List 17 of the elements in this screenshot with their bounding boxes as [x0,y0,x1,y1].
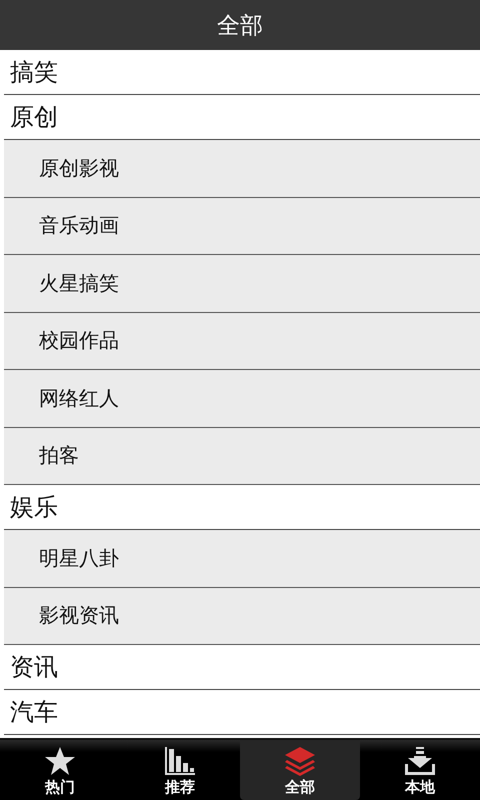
screen-title: 全部 [0,0,480,50]
subcategory-item[interactable]: 火星搞笑 [4,255,480,312]
nav-tab[interactable]: 本地 [360,740,480,800]
subcategory-item[interactable]: 明星八卦 [4,530,480,588]
subcategory-item[interactable]: 影视资讯 [4,588,480,645]
bar-chart-icon [164,746,196,776]
subcategory-item[interactable]: 网络红人 [4,370,480,428]
subcategory-item[interactable]: 音乐动画 [4,198,480,255]
star-icon [44,746,76,776]
download-icon [404,746,436,776]
subcategory-item[interactable]: 校园作品 [4,312,480,370]
nav-tab[interactable]: 全部 [240,740,360,800]
subcategory-item[interactable]: 拍客 [4,428,480,485]
subcategory-item[interactable]: 原创影视 [4,140,480,198]
nav-tab[interactable]: 热门 [0,740,120,800]
layers-icon [284,746,316,776]
nav-tab[interactable]: 推荐 [120,740,240,800]
